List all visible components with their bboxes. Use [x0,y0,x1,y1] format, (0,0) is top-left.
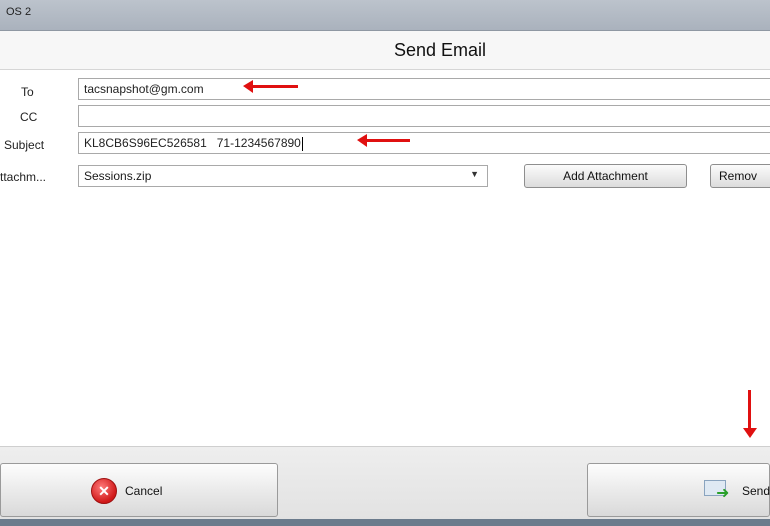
to-label: To [21,85,34,99]
remove-attachment-button[interactable]: Remov [710,164,770,188]
dropdown-arrow-icon: ▼ [470,169,479,179]
email-form: To tacsnapshot@gm.com CC Subject KL8CB6S… [0,70,770,446]
cancel-icon: ✕ [91,478,117,504]
dialog-header: Send Email [0,31,770,70]
dialog-footer: ✕ Cancel ➜ Send [0,446,770,526]
annotation-arrow-to [243,80,298,93]
annotation-arrow-send [743,390,757,438]
send-email-icon: ➜ [704,478,734,502]
cc-field[interactable] [78,105,770,127]
send-label: Send [742,484,770,498]
attachment-label: ttachm... [0,170,47,184]
subject-field[interactable]: KL8CB6S96EC526581 71-1234567890 [78,132,770,154]
subject-value: KL8CB6S96EC526581 71-1234567890 [84,136,301,150]
dialog-title: Send Email [393,40,487,60]
annotation-arrow-subject [357,134,410,147]
send-button[interactable]: ➜ Send [587,463,770,517]
window-titlebar: OS 2 [0,0,770,31]
cancel-label: Cancel [125,484,163,498]
attachment-selected: Sessions.zip [84,169,152,183]
attachment-dropdown[interactable]: Sessions.zip ▼ [78,165,488,187]
cc-label: CC [20,110,38,124]
to-value: tacsnapshot@gm.com [84,82,204,96]
app-title: OS 2 [6,6,32,18]
text-caret [301,136,303,151]
subject-label: Subject [4,138,45,152]
cancel-button[interactable]: ✕ Cancel [0,463,278,517]
add-attachment-button[interactable]: Add Attachment [524,164,687,188]
to-field[interactable]: tacsnapshot@gm.com [78,78,770,100]
